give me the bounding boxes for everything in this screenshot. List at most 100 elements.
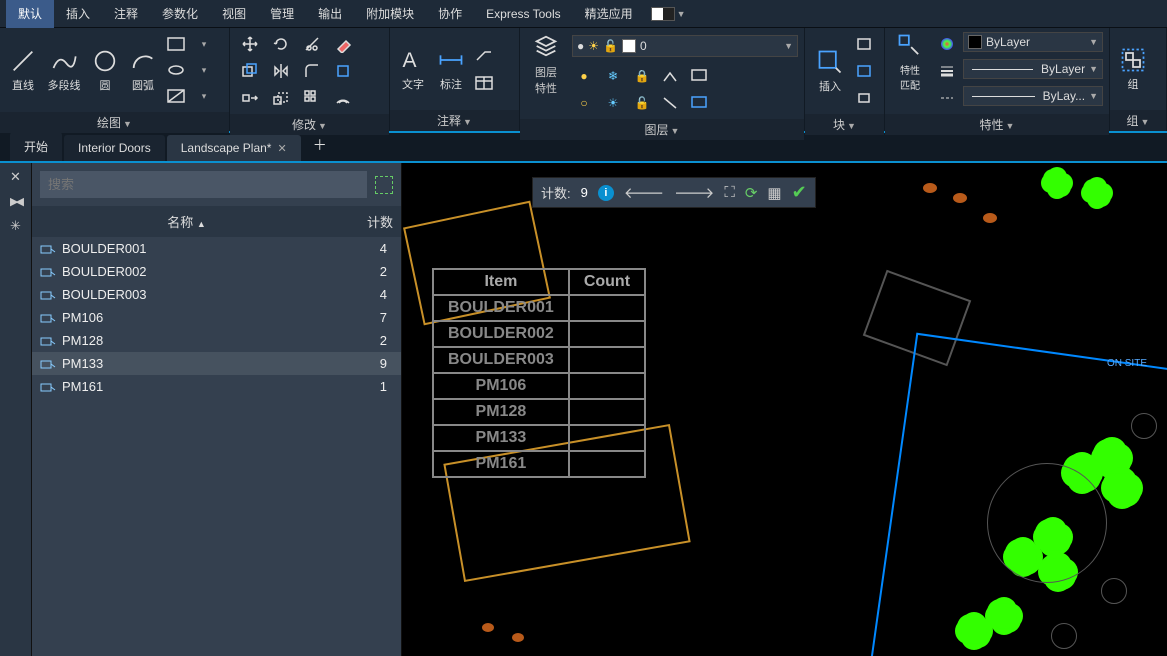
color-wheel-icon[interactable] <box>935 32 959 56</box>
layer-thaw-button[interactable]: ☀ <box>601 91 625 115</box>
palette-settings-icon[interactable]: ✳ <box>10 218 21 234</box>
layer-match-button[interactable] <box>659 64 683 88</box>
file-tab-landscape[interactable]: Landscape Plan* ✕ <box>167 135 301 161</box>
file-tab-interior[interactable]: Interior Doors <box>64 135 165 161</box>
layout-toggle-icon[interactable] <box>651 7 675 21</box>
circle-button[interactable]: 圆 <box>88 47 122 93</box>
layer-freeze-button[interactable]: ❄ <box>601 64 625 88</box>
file-tab-start[interactable]: 开始 <box>10 132 62 161</box>
row-count: 7 <box>353 310 393 325</box>
block-edit-button[interactable] <box>853 59 877 83</box>
menu-tab-insert[interactable]: 插入 <box>54 0 102 28</box>
offset-button[interactable] <box>331 86 355 110</box>
line-button[interactable]: 直线 <box>6 47 40 93</box>
chevron-down-icon[interactable]: ▼ <box>1089 37 1098 47</box>
col-count[interactable]: 计数 <box>333 212 393 231</box>
table-button[interactable] <box>472 71 496 95</box>
insert-block-button[interactable]: 插入 <box>811 48 849 94</box>
chevron-down-icon[interactable]: ▾ <box>192 58 216 82</box>
chevron-down-icon[interactable]: ▼ <box>784 41 793 51</box>
lineweight-combo[interactable]: ByLayer ▼ <box>963 59 1103 79</box>
stretch-button[interactable] <box>238 86 262 110</box>
zoom-extents-icon[interactable]: ⛶ <box>724 184 735 201</box>
panel-draw-title[interactable]: 绘图▼ <box>0 112 229 133</box>
confirm-icon[interactable]: ✔ <box>792 182 807 203</box>
layer-iso-button[interactable] <box>659 91 683 115</box>
table-row[interactable]: BOULDER0022 <box>32 260 401 283</box>
menu-tab-addins[interactable]: 附加模块 <box>354 0 426 28</box>
match-props-button[interactable]: 特性 匹配 <box>891 32 929 92</box>
menu-tab-parametric[interactable]: 参数化 <box>150 0 210 28</box>
close-icon[interactable]: ✕ <box>277 142 286 155</box>
chevron-down-icon[interactable]: ▼ <box>1089 64 1098 74</box>
group-button[interactable]: 组 <box>1116 46 1150 92</box>
info-icon[interactable]: i <box>598 185 614 201</box>
table-row[interactable]: PM1282 <box>32 329 401 352</box>
scale-button[interactable] <box>269 86 293 110</box>
menu-tab-featured[interactable]: 精选应用 <box>573 0 645 28</box>
menu-tab-view[interactable]: 视图 <box>210 0 258 28</box>
move-button[interactable] <box>238 32 262 56</box>
mirror-button[interactable] <box>269 59 293 83</box>
dim-button[interactable]: 标注 <box>434 46 468 92</box>
drawing-circle <box>1101 578 1127 604</box>
copy-button[interactable] <box>238 59 262 83</box>
array-button[interactable] <box>300 86 324 110</box>
panel-group-title[interactable]: 组▼ <box>1110 110 1166 131</box>
layer-off-button[interactable]: ● <box>572 64 596 88</box>
col-name[interactable]: 名称 ▲ <box>40 212 333 231</box>
menu-tab-collab[interactable]: 协作 <box>426 0 474 28</box>
menu-tab-express[interactable]: Express Tools <box>474 1 572 27</box>
search-input[interactable] <box>40 171 367 198</box>
linetype-combo[interactable]: ByLay... ▼ <box>963 86 1103 106</box>
layer-combo[interactable]: ● ☀ 🔓 0 ▼ <box>572 35 798 57</box>
table-row[interactable]: PM1067 <box>32 306 401 329</box>
fillet-button[interactable] <box>300 59 324 83</box>
menu-tab-output[interactable]: 输出 <box>306 0 354 28</box>
menu-overflow-icon[interactable]: ▼ <box>677 9 686 19</box>
hatch-button[interactable] <box>164 84 188 108</box>
menu-tab-manage[interactable]: 管理 <box>258 0 306 28</box>
palette-close-icon[interactable]: ✕ <box>10 169 21 185</box>
trim-button[interactable] <box>300 32 324 56</box>
ellipse-button[interactable] <box>164 58 188 82</box>
palette-collapse-icon[interactable]: ▶◀ <box>10 195 21 208</box>
rotate-button[interactable] <box>269 32 293 56</box>
table-row[interactable]: PM1611 <box>32 375 401 398</box>
chevron-down-icon[interactable]: ▼ <box>1089 91 1098 101</box>
layer-state-button[interactable] <box>688 91 712 115</box>
chevron-down-icon[interactable]: ▾ <box>192 84 216 108</box>
menu-tab-annotate[interactable]: 注释 <box>102 0 150 28</box>
chevron-down-icon[interactable]: ▾ <box>192 32 216 56</box>
explode-button[interactable] <box>331 59 355 83</box>
prev-icon[interactable]: 🡐 <box>624 183 664 202</box>
erase-button[interactable] <box>331 32 355 56</box>
layer-on-button[interactable]: ○ <box>572 91 596 115</box>
new-tab-button[interactable]: ＋ <box>303 129 337 161</box>
panel-layers-title[interactable]: 图层▼ <box>520 119 804 140</box>
table-row[interactable]: BOULDER0014 <box>32 237 401 260</box>
rect-button[interactable] <box>164 32 188 56</box>
menu-tab-default[interactable]: 默认 <box>6 0 54 28</box>
block-attr-button[interactable] <box>853 86 877 110</box>
insert-table-icon[interactable]: ▦ <box>767 184 781 202</box>
layer-props-button[interactable] <box>526 32 566 60</box>
panel-annot-title[interactable]: 注释▼ <box>390 110 519 131</box>
text-button[interactable]: A 文字 <box>396 46 430 92</box>
layer-unlock-button[interactable]: 🔓 <box>630 91 654 115</box>
layer-lock-button[interactable]: 🔒 <box>630 64 654 88</box>
panel-props-title[interactable]: 特性▼ <box>885 114 1109 135</box>
select-objects-icon[interactable] <box>375 176 393 194</box>
panel-block-title[interactable]: 块▼ <box>805 114 884 135</box>
drawing-canvas[interactable]: 计数: 9 i 🡐 🡒 ⛶ ⟳ ▦ ✔ ItemCount BOULDER001… <box>402 163 1167 656</box>
block-create-button[interactable] <box>853 32 877 56</box>
layer-more-button[interactable] <box>688 64 712 88</box>
polyline-button[interactable]: 多段线 <box>44 47 84 93</box>
reselect-icon[interactable]: ⟳ <box>745 184 758 202</box>
table-row[interactable]: BOULDER0034 <box>32 283 401 306</box>
color-combo[interactable]: ByLayer ▼ <box>963 32 1103 52</box>
table-row[interactable]: PM1339 <box>32 352 401 375</box>
next-icon[interactable]: 🡒 <box>674 183 714 202</box>
arc-button[interactable]: 圆弧 <box>126 47 160 93</box>
leader-button[interactable] <box>472 43 496 67</box>
